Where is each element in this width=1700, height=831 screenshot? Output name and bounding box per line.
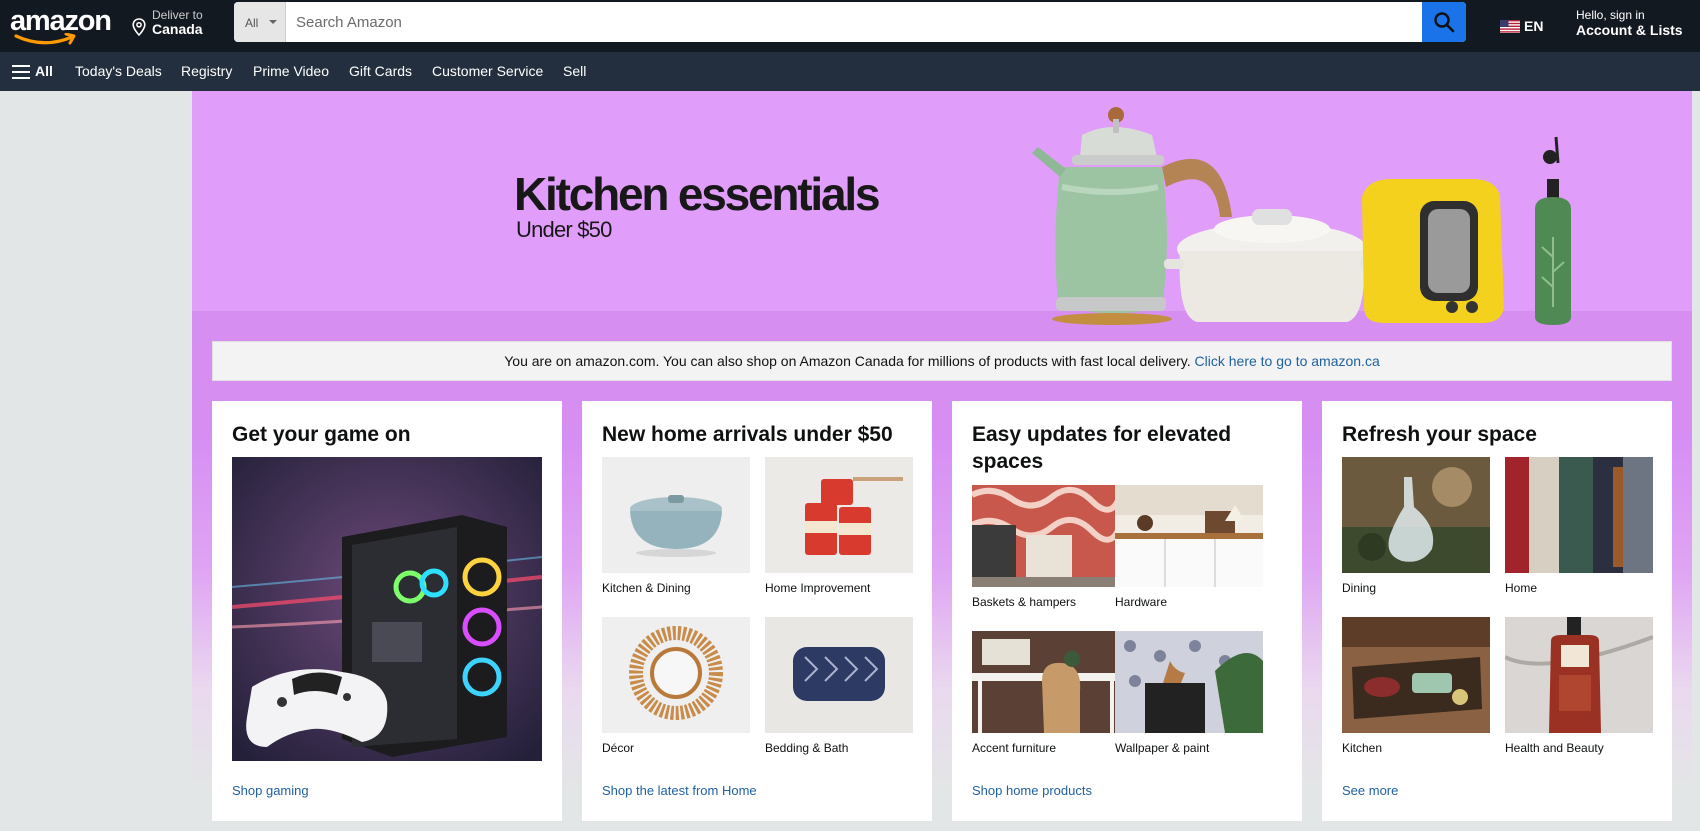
all-menu-label: All [35, 63, 53, 79]
tile-label: Baskets & hampers [972, 595, 1077, 609]
deliver-label: Deliver to [152, 8, 203, 22]
tile-label: Kitchen & Dining [602, 581, 691, 595]
tile-label: Home Improvement [765, 581, 871, 595]
dutch-oven-image [602, 457, 750, 573]
top-navigation-bar: amazon Deliver to Canada All Search Amaz… [0, 0, 1700, 52]
tile-baskets-hampers[interactable]: Baskets & hampers [970, 485, 1123, 609]
hamburger-menu-icon [12, 65, 30, 79]
card-refresh-your-space: Refresh your space Dining Home Kitchen H… [1322, 401, 1672, 821]
tile-label: Bedding & Bath [765, 741, 849, 755]
hero-title: Kitchen essentials [514, 168, 881, 220]
tile-dining[interactable]: Dining [1342, 457, 1490, 595]
tile-label: Accent furniture [972, 741, 1057, 755]
locale-notice-bar: You are on amazon.com. You can also shop… [212, 341, 1672, 381]
tile-home-improvement[interactable]: Home Improvement [765, 457, 913, 595]
see-more-link[interactable]: See more [1342, 783, 1398, 798]
pillow-image [765, 617, 913, 733]
deliver-country: Canada [152, 21, 203, 37]
charcuterie-board-image [1342, 617, 1490, 733]
nav-customer-service[interactable]: Customer Service [432, 63, 543, 79]
language-code: EN [1524, 18, 1544, 34]
tile-label: Wallpaper & paint [1115, 741, 1210, 755]
card-title: Get your game on [232, 423, 411, 446]
dropdown-caret-icon [269, 20, 277, 24]
card-easy-updates: Easy updates for elevated spaces Baskets… [952, 401, 1302, 821]
gaming-pc-image[interactable] [232, 457, 542, 761]
carafe-image [1342, 457, 1490, 573]
hamper-image [970, 485, 1123, 587]
card-title: New home arrivals under $50 [602, 423, 893, 446]
logo-wordmark: amazon [10, 5, 112, 37]
cabinet-image [1115, 485, 1263, 587]
search-input[interactable] [286, 2, 1414, 42]
tile-label: Health and Beauty [1505, 741, 1604, 755]
tile-bedding-bath[interactable]: Bedding & Bath [765, 617, 913, 755]
tile-kitchen-dining[interactable]: Kitchen & Dining [602, 457, 750, 595]
hero-subtitle: Under $50 [516, 217, 612, 242]
tile-label: Home [1505, 581, 1538, 595]
search-category-dropdown[interactable]: All [234, 2, 286, 42]
nav-todays-deals[interactable]: Today's Deals [75, 63, 162, 79]
locale-notice-text: You are on amazon.com. You can also shop… [504, 353, 1195, 369]
soap-bottle-image [1504, 617, 1654, 733]
search-bar: All [234, 2, 1466, 42]
paint-cans-image [765, 457, 913, 573]
tile-kitchen[interactable]: Kitchen [1342, 617, 1490, 755]
tile-accent-furniture[interactable]: Accent furniture [972, 631, 1120, 755]
amazon-logo[interactable]: amazon [10, 6, 114, 46]
shop-home-products-link[interactable]: Shop home products [972, 783, 1092, 798]
search-icon [1434, 12, 1455, 33]
amazon-smile-arrow-icon [14, 33, 76, 45]
search-button[interactable] [1422, 2, 1466, 42]
card-title: Refresh your space [1342, 423, 1537, 446]
sunburst-mirror-image [602, 617, 750, 733]
go-to-amazon-ca-link[interactable]: Click here to go to amazon.ca [1195, 353, 1380, 369]
tile-home[interactable]: Home [1505, 457, 1653, 595]
nav-gift-cards[interactable]: Gift Cards [349, 63, 412, 79]
us-flag-icon [1500, 20, 1520, 33]
card-title: Easy updates for elevated spaces [972, 423, 1232, 473]
tile-wallpaper-paint[interactable]: Wallpaper & paint [1115, 631, 1263, 755]
shop-gaming-link[interactable]: Shop gaming [232, 783, 309, 798]
account-greeting: Hello, sign in [1576, 8, 1645, 22]
nav-prime-video[interactable]: Prime Video [253, 63, 329, 79]
nav-registry[interactable]: Registry [181, 63, 232, 79]
tile-decor[interactable]: Décor [602, 617, 750, 755]
towels-image [1505, 457, 1653, 573]
nav-sell[interactable]: Sell [563, 63, 586, 79]
search-category-label: All [245, 16, 259, 30]
shop-latest-home-link[interactable]: Shop the latest from Home [602, 783, 757, 798]
kitchen-products-image [1032, 107, 1571, 325]
account-lists-label: Account & Lists [1576, 22, 1683, 38]
tile-label: Décor [602, 741, 635, 755]
wallpaper-image [1115, 631, 1263, 733]
card-new-home-arrivals: New home arrivals under $50 Kitchen & Di… [582, 401, 932, 821]
tile-label: Dining [1342, 581, 1377, 595]
tile-hardware[interactable]: Hardware [1115, 485, 1263, 609]
secondary-navigation-bar: All Today's Deals Registry Prime Video G… [0, 52, 1700, 91]
desk-image [972, 631, 1120, 733]
card-get-your-game-on: Get your game on Shop gaming [212, 401, 562, 821]
location-pin-icon [132, 18, 146, 36]
tile-label: Hardware [1115, 595, 1168, 609]
tile-health-beauty[interactable]: Health and Beauty [1504, 617, 1654, 755]
tile-label: Kitchen [1342, 741, 1383, 755]
account-lists-menu[interactable]: Hello, sign in Account & Lists [1576, 8, 1683, 38]
